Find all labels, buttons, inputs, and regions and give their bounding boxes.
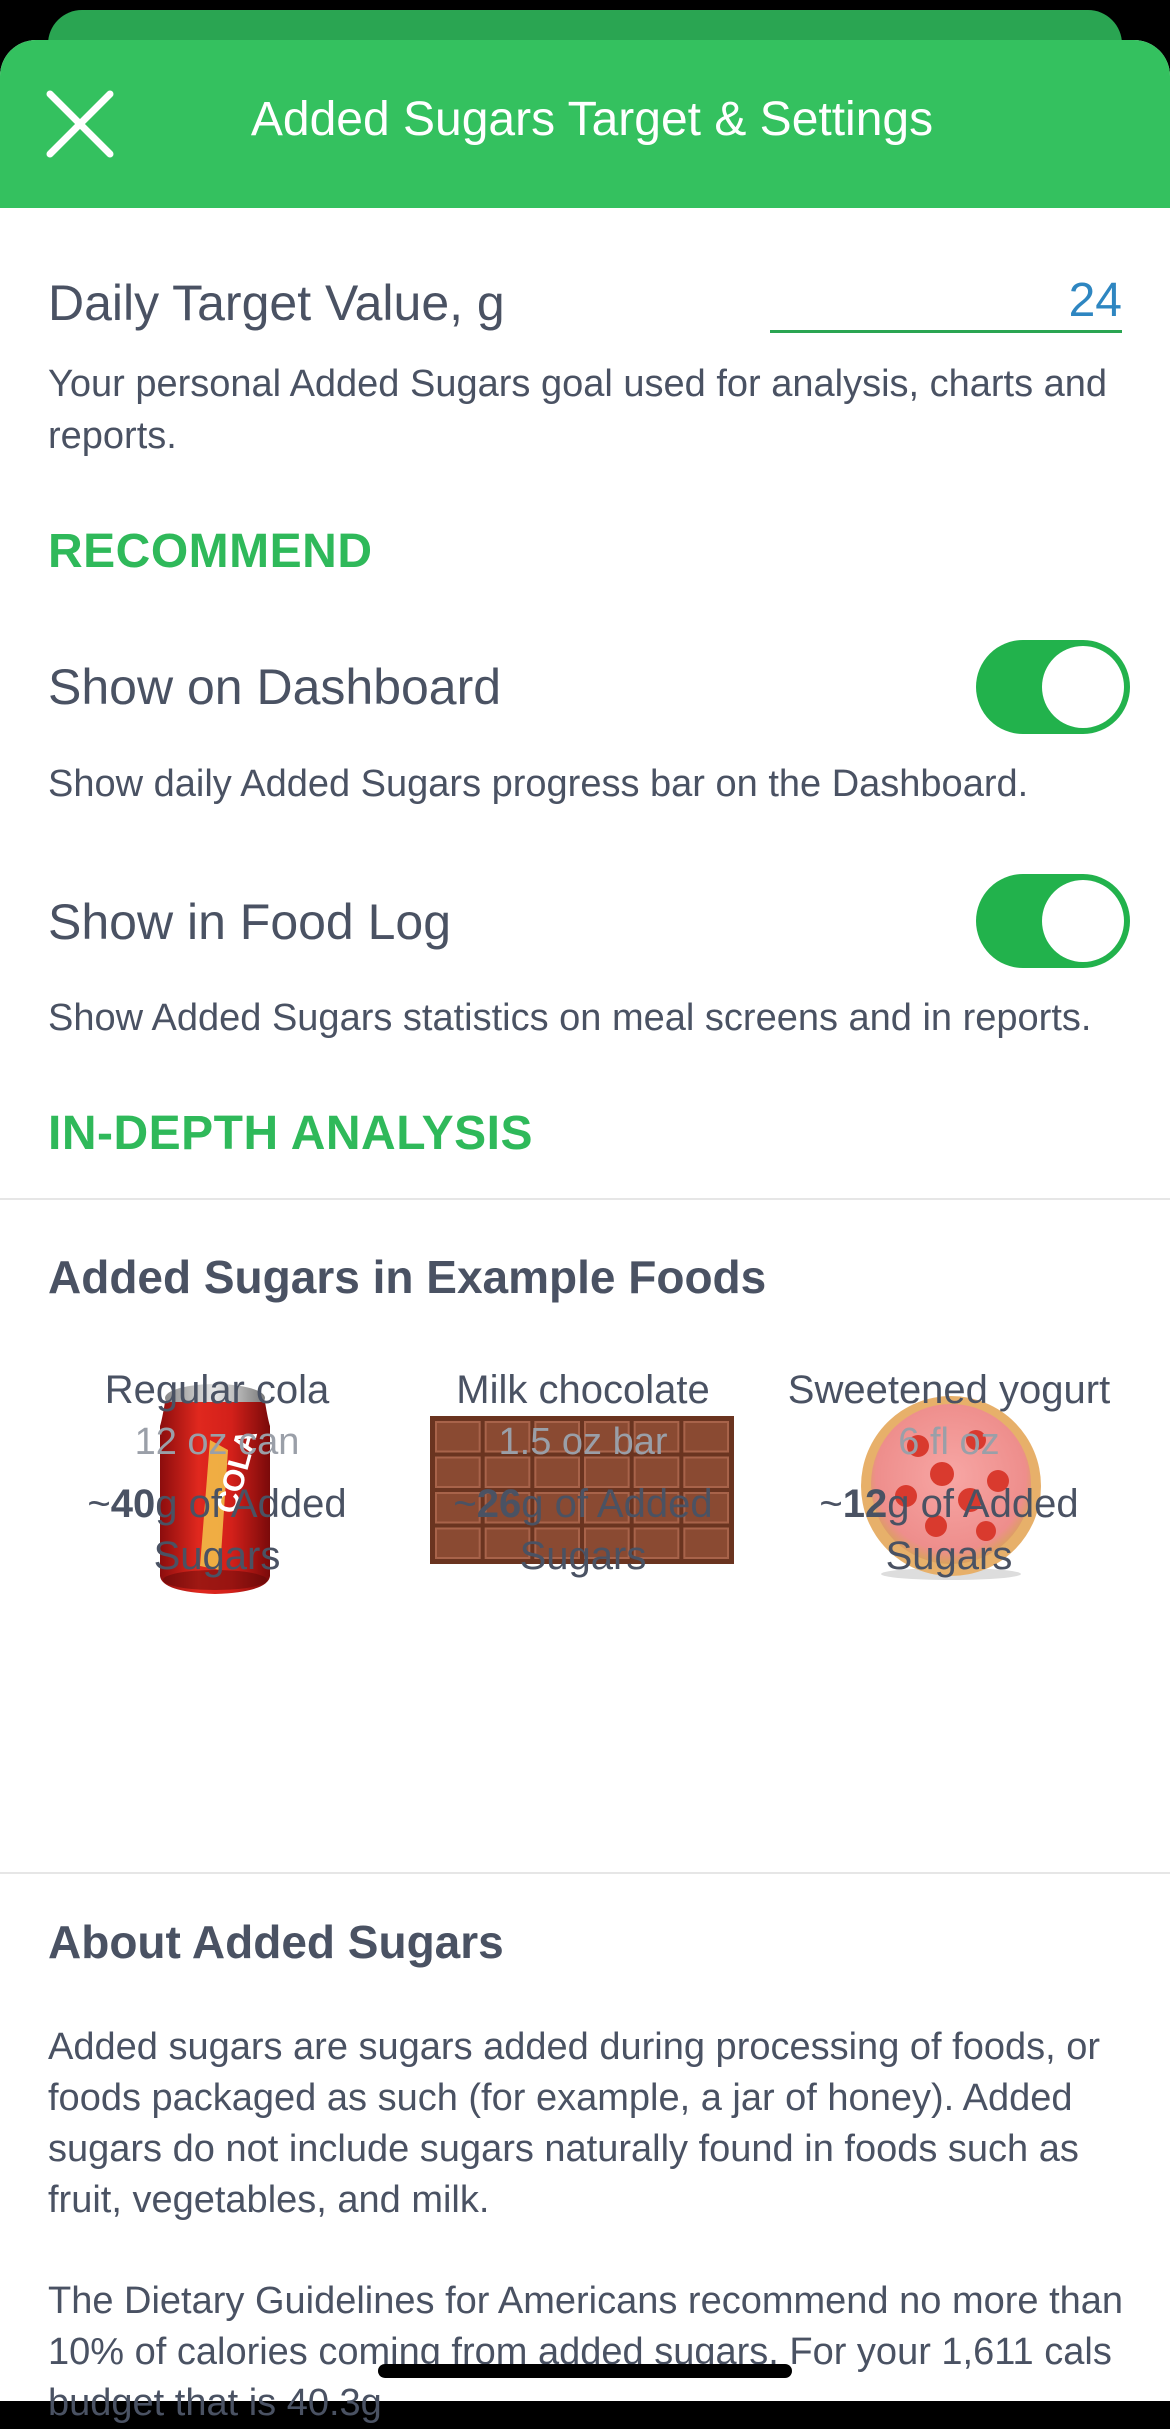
food-size: 6 fl oz bbox=[898, 1421, 1000, 1463]
show-on-dashboard-label: Show on Dashboard bbox=[48, 659, 502, 715]
toggle-knob bbox=[1042, 646, 1124, 728]
show-on-dashboard-toggle[interactable] bbox=[976, 640, 1130, 734]
food-sugar-amount: ~26g of Added Sugars bbox=[453, 1482, 713, 1578]
toggle-knob bbox=[1042, 880, 1124, 962]
about-paragraph-2: The Dietary Guidelines for Americans rec… bbox=[48, 2280, 1124, 2424]
about-paragraph-1: Added sugars are sugars added during pro… bbox=[48, 2026, 1100, 2221]
show-in-food-log-label: Show in Food Log bbox=[48, 894, 452, 950]
food-name: Regular cola bbox=[104, 1368, 330, 1412]
daily-target-field bbox=[770, 270, 1122, 333]
food-item-yogurt: Sweetened yogurt 6 fl oz ~12g of Added S… bbox=[766, 1364, 1132, 1582]
daily-target-label: Daily Target Value, g bbox=[48, 275, 505, 331]
examples-title: Added Sugars in Example Foods bbox=[48, 1251, 767, 1303]
show-on-dashboard-description: Show daily Added Sugars progress bar on … bbox=[48, 763, 1029, 805]
in-depth-heading: IN-DEPTH ANALYSIS bbox=[48, 1107, 534, 1160]
daily-target-row: Daily Target Value, g bbox=[48, 262, 1122, 342]
food-sugar-amount: ~40g of Added Sugars bbox=[87, 1482, 347, 1578]
food-size: 1.5 oz bar bbox=[498, 1421, 668, 1463]
food-item-cola: Regular cola 12 oz can ~40g of Added Sug… bbox=[34, 1364, 400, 1582]
food-item-chocolate: Milk chocolate 1.5 oz bar ~26g of Added … bbox=[400, 1364, 766, 1582]
food-name: Milk chocolate bbox=[456, 1368, 710, 1412]
food-size: 12 oz can bbox=[134, 1421, 300, 1463]
food-sugar-amount: ~12g of Added Sugars bbox=[819, 1482, 1079, 1578]
daily-target-input[interactable] bbox=[770, 270, 1122, 330]
show-in-food-log-description: Show Added Sugars statistics on meal scr… bbox=[48, 997, 1092, 1039]
about-title: About Added Sugars bbox=[48, 1916, 504, 1968]
divider bbox=[0, 1198, 1170, 1200]
home-indicator bbox=[378, 2364, 792, 2378]
recommend-heading: RECOMMEND bbox=[48, 525, 373, 578]
food-name: Sweetened yogurt bbox=[787, 1368, 1111, 1412]
show-in-food-log-toggle[interactable] bbox=[976, 874, 1130, 968]
daily-target-description: Your personal Added Sugars goal used for… bbox=[48, 363, 1108, 457]
page-title: Added Sugars Target & Settings bbox=[250, 93, 934, 146]
header-bar: Added Sugars Target & Settings bbox=[0, 40, 1170, 208]
divider bbox=[0, 1872, 1170, 1874]
